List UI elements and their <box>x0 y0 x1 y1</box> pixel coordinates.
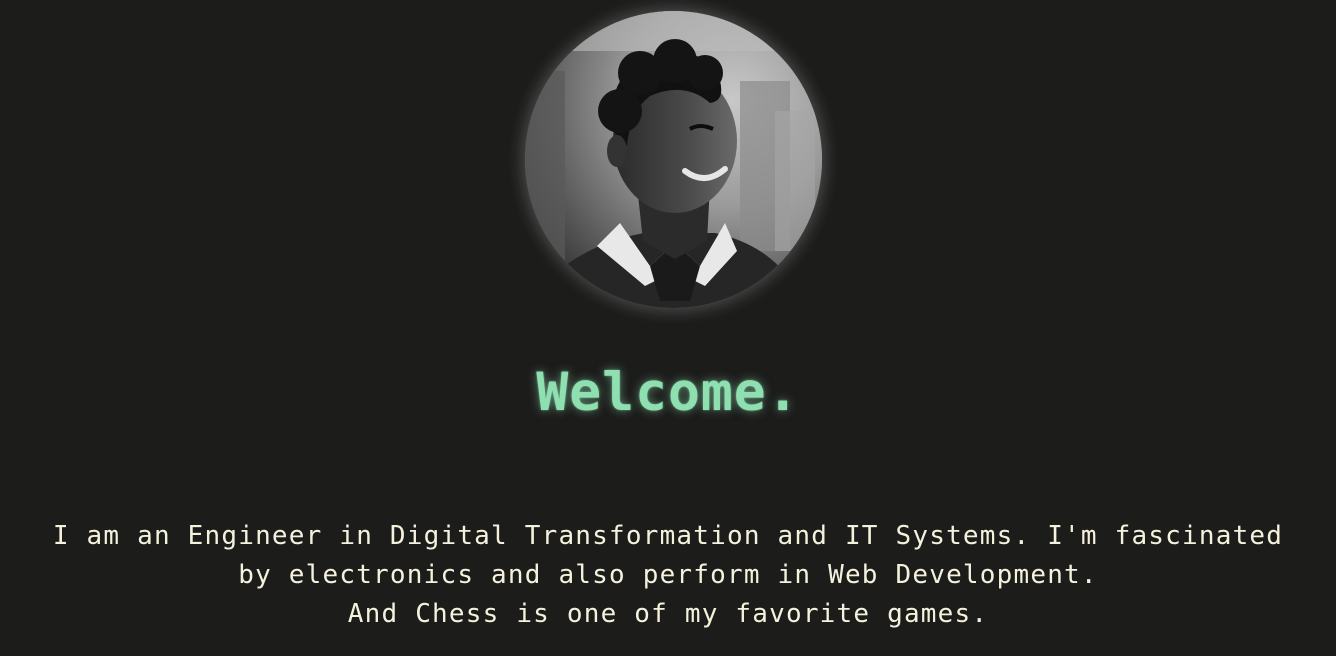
bio-line: And Chess is one of my favorite games. <box>347 599 989 629</box>
profile-photo <box>525 11 822 308</box>
welcome-heading: Welcome. <box>536 362 800 423</box>
portrait-photo-icon <box>525 11 822 308</box>
bio-text: I am an Engineer in Digital Transformati… <box>0 517 1336 634</box>
bio-line: I am an Engineer in Digital Transformati… <box>52 521 1284 551</box>
hero-section: Welcome. I am an Engineer in Digital Tra… <box>0 0 1336 656</box>
bio-line: by electronics and also perform in Web D… <box>238 560 1098 590</box>
